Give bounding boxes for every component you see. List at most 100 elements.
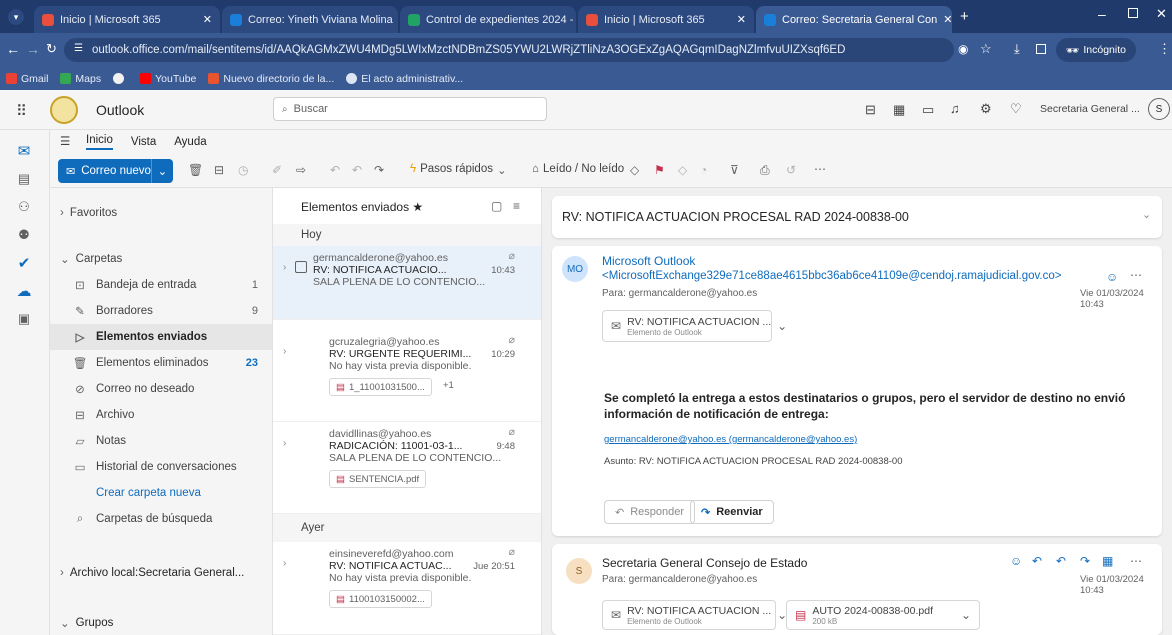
reply-icon[interactable]: ↶ bbox=[1032, 554, 1042, 568]
select-icon[interactable]: ▢ bbox=[491, 199, 502, 213]
outlook-item-chip[interactable]: ✉ RV: NOTIFICA ACTUACION ... Elemento de … bbox=[602, 310, 787, 342]
tab-list-icon[interactable]: ▾ bbox=[8, 9, 24, 25]
onedrive-icon[interactable]: ☁ bbox=[13, 280, 35, 302]
expand-icon[interactable]: › bbox=[283, 262, 286, 273]
quick-steps-button[interactable]: ϟ Pasos rápidos ⌄ bbox=[410, 163, 507, 177]
folder-junk[interactable]: ⊘ Correo no deseado bbox=[50, 376, 272, 402]
eye-off-icon[interactable]: ◉ bbox=[958, 42, 968, 56]
tips-icon[interactable]: ♡ bbox=[1010, 101, 1022, 117]
more-options-icon[interactable]: ⋯ bbox=[814, 162, 826, 176]
more-actions-icon[interactable]: ⋯ bbox=[1130, 268, 1142, 282]
attachment-chip[interactable]: ▤ 1100103150002... bbox=[329, 590, 432, 608]
flag-icon[interactable]: ⚑ bbox=[654, 163, 665, 177]
folder-search-folders[interactable]: ⌕ Carpetas de búsqueda bbox=[50, 506, 272, 532]
close-tab-icon[interactable]: ✕ bbox=[737, 13, 746, 26]
todo-icon[interactable]: ✔ bbox=[13, 252, 35, 274]
outlook-item-chip[interactable]: ✉ RV: NOTIFICA ACTUACION ... Elemento de … bbox=[602, 600, 787, 630]
more-actions-icon[interactable]: ⋯ bbox=[1130, 554, 1142, 568]
address-bar[interactable]: ☰ outlook.office.com/mail/sentitems/id/A… bbox=[64, 38, 954, 62]
calendar-app-icon[interactable]: ▤ bbox=[13, 168, 35, 190]
browser-tab-active[interactable]: Correo: Secretaria General Con ✕ bbox=[756, 6, 952, 33]
expand-icon[interactable]: › bbox=[283, 558, 286, 569]
collapse-chevron-icon[interactable]: ⌄ bbox=[1142, 208, 1151, 221]
new-mail-dropdown-icon[interactable]: ⌄ bbox=[151, 159, 173, 183]
chat-icon[interactable]: ▭ bbox=[922, 102, 934, 118]
archive-icon[interactable]: ⊟ bbox=[214, 163, 224, 177]
sender-name[interactable]: Secretaria General Consejo de Estado bbox=[602, 556, 807, 570]
rules-icon[interactable]: ⊽ bbox=[730, 163, 739, 177]
snooze-icon[interactable]: ◔ bbox=[700, 163, 707, 177]
chip-dropdown-icon[interactable]: ⌄ bbox=[777, 319, 787, 333]
folders-header[interactable]: ⌄ Carpetas bbox=[50, 246, 272, 272]
folder-deleted[interactable]: 🗑 Elementos eliminados 23 bbox=[50, 350, 272, 376]
tab-ayuda[interactable]: Ayuda bbox=[174, 136, 206, 148]
tab-vista[interactable]: Vista bbox=[131, 136, 156, 148]
create-folder-link[interactable]: Crear carpeta nueva bbox=[50, 480, 272, 506]
emoji-icon[interactable]: ☺ bbox=[1106, 270, 1118, 284]
select-checkbox[interactable] bbox=[295, 261, 307, 273]
folder-archive[interactable]: ⊟ Archivo bbox=[50, 402, 272, 428]
sweep-icon[interactable]: ✐ bbox=[272, 163, 282, 177]
sender-name[interactable]: Microsoft Outlook bbox=[602, 254, 695, 268]
account-avatar[interactable]: S bbox=[1148, 98, 1170, 120]
back-icon[interactable]: ← bbox=[6, 41, 20, 57]
settings-icon[interactable]: ⚙ bbox=[980, 101, 992, 117]
folder-notes[interactable]: ▱ Notas bbox=[50, 428, 272, 454]
reload-icon[interactable]: ↻ bbox=[46, 41, 57, 57]
bell-icon[interactable]: ♫ bbox=[950, 101, 960, 116]
message-item[interactable]: › davidllinas@yahoo.es ⌀ RADICACIÓN: 110… bbox=[273, 422, 541, 514]
browser-menu-icon[interactable]: ⋮ bbox=[1158, 41, 1171, 57]
print-icon[interactable]: ⎙ bbox=[760, 163, 770, 178]
tag-icon[interactable]: ◇ bbox=[630, 163, 639, 177]
expand-icon[interactable]: › bbox=[283, 438, 286, 449]
browser-tab[interactable]: Inicio | Microsoft 365 ✕ bbox=[578, 6, 754, 33]
groups-header[interactable]: ⌄ Grupos bbox=[50, 610, 272, 635]
folder-sent[interactable]: ▷ Elementos enviados bbox=[50, 324, 272, 350]
new-tab-icon[interactable]: + bbox=[960, 8, 969, 25]
apps-icon[interactable]: ▣ bbox=[13, 308, 35, 330]
close-window-icon[interactable]: ✕ bbox=[1156, 6, 1167, 22]
browser-tab[interactable]: Inicio | Microsoft 365 ✕ bbox=[34, 6, 220, 33]
reply-all-icon[interactable]: ↶ bbox=[1056, 554, 1066, 568]
delete-icon[interactable]: 🗑 bbox=[188, 163, 203, 177]
message-item[interactable]: › einsineverefd@yahoo.com ⌀ RV: NOTIFICA… bbox=[273, 542, 541, 635]
local-archive-header[interactable]: › Archivo local:Secretaria General... bbox=[50, 560, 272, 586]
account-name[interactable]: Secretaria General ... bbox=[1040, 103, 1140, 115]
message-item[interactable]: › germancalderone@yahoo.es ⌀ RV: NOTIFIC… bbox=[273, 246, 541, 320]
groups-icon[interactable]: ⚉ bbox=[13, 224, 35, 246]
folder-inbox[interactable]: ⊡ Bandeja de entrada 1 bbox=[50, 272, 272, 298]
pdf-attachment-chip[interactable]: ▤ AUTO 2024-00838-00.pdf 200 kB ⌄ bbox=[786, 600, 980, 630]
sender-address[interactable]: <MicrosoftExchange329e71ce88ae4615bbc36a… bbox=[602, 270, 1061, 282]
folder-conversation-history[interactable]: ▭ Historial de conversaciones bbox=[50, 454, 272, 480]
search-box[interactable]: ⌕ Buscar bbox=[273, 97, 547, 121]
attachment-chip[interactable]: ▤ SENTENCIA.pdf bbox=[329, 470, 427, 488]
calendar-icon[interactable]: ▦ bbox=[893, 102, 905, 118]
pin-icon[interactable]: ◇ bbox=[678, 163, 687, 177]
forward-button[interactable]: ↷ Reenviar bbox=[690, 500, 774, 524]
expand-icon[interactable]: › bbox=[283, 346, 286, 357]
bookmark-acto[interactable]: El acto administrativ... bbox=[346, 73, 463, 85]
teams-icon[interactable]: ⊟ bbox=[865, 102, 876, 118]
chip-dropdown-icon[interactable]: ⌄ bbox=[961, 608, 971, 622]
read-unread-button[interactable]: ⌂ Leído / No leído bbox=[532, 163, 624, 175]
app-launcher-icon[interactable]: ⠿ bbox=[16, 102, 27, 120]
collapse-nav-icon[interactable]: ☰ bbox=[60, 134, 70, 148]
message-item[interactable]: › gcruzalegria@yahoo.es ⌀ RV: URGENTE RE… bbox=[273, 330, 541, 422]
forward-icon[interactable]: → bbox=[26, 41, 40, 57]
incognito-badge[interactable]: 🕶 Incógnito bbox=[1056, 38, 1136, 62]
reply-button[interactable]: ↶ Responder bbox=[604, 500, 696, 524]
forward-mail-icon[interactable]: ↷ bbox=[374, 163, 384, 177]
minimize-icon[interactable]: – bbox=[1098, 6, 1106, 22]
favorites-header[interactable]: › Favoritos bbox=[50, 200, 272, 226]
people-icon[interactable]: ⚇ bbox=[13, 196, 35, 218]
close-tab-icon[interactable]: ✕ bbox=[203, 13, 212, 26]
undo-icon[interactable]: ↺ bbox=[786, 163, 796, 177]
bookmark-youtube[interactable]: YouTube bbox=[140, 73, 196, 85]
bookmark-maps[interactable]: Maps bbox=[60, 73, 101, 85]
folder-drafts[interactable]: ✎ Borradores 9 bbox=[50, 298, 272, 324]
bookmark-chrome[interactable] bbox=[113, 73, 128, 84]
filter-icon[interactable]: ≡ bbox=[513, 199, 520, 213]
maximize-icon[interactable] bbox=[1128, 8, 1138, 18]
app-title[interactable]: Outlook bbox=[96, 102, 144, 118]
emoji-icon[interactable]: ☺ bbox=[1010, 554, 1022, 568]
